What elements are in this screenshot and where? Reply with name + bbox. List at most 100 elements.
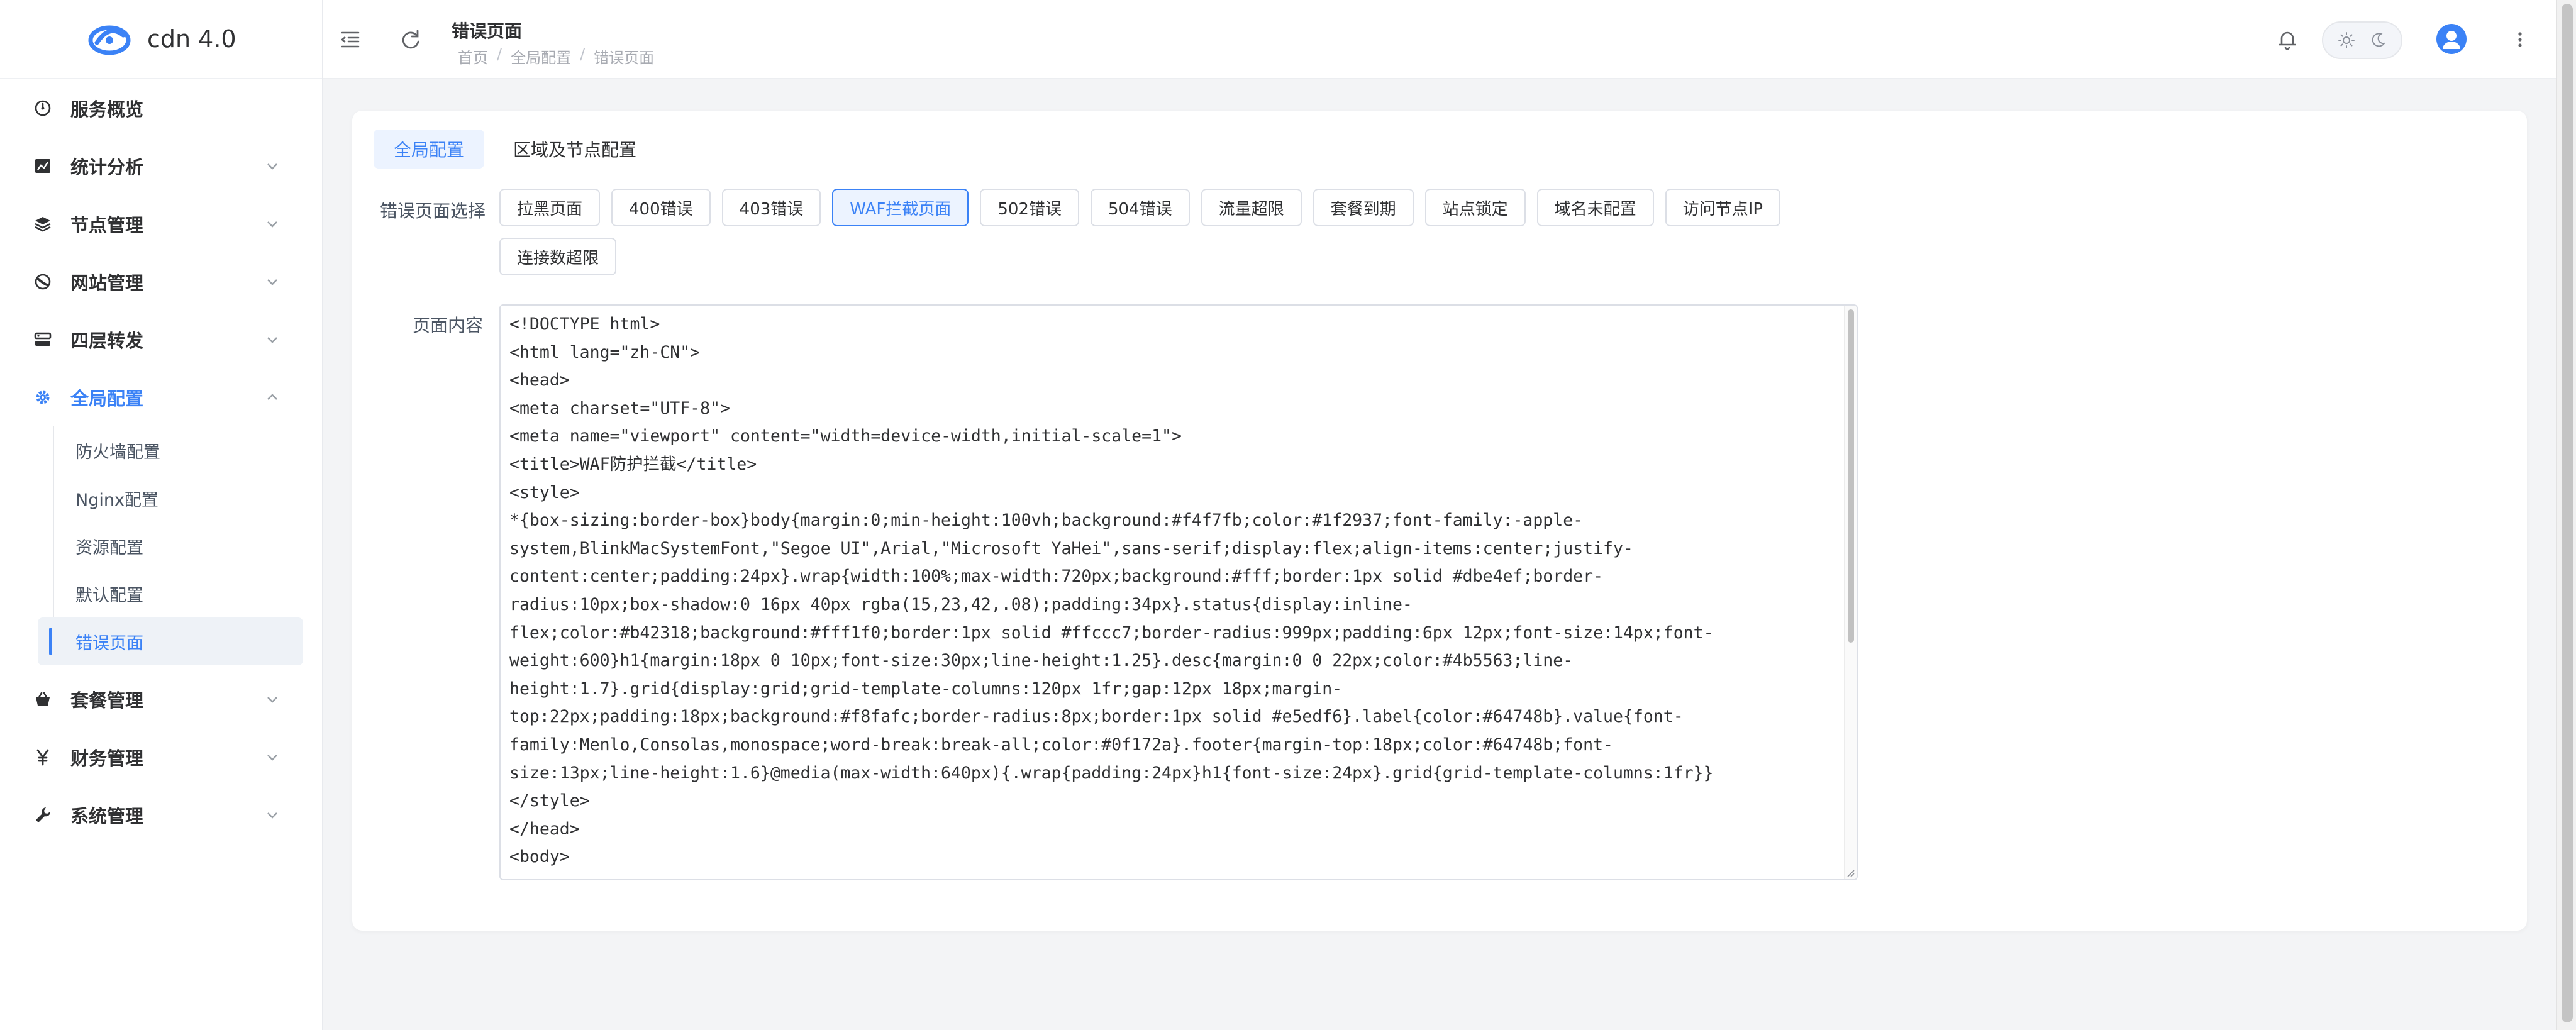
code-line: </style> (509, 791, 590, 811)
wrench-icon (31, 804, 54, 826)
sidebar-item-websites[interactable]: 网站管理 (0, 253, 322, 311)
chevron-down-icon[interactable] (264, 807, 280, 823)
chevron-down-icon[interactable] (264, 749, 280, 765)
chart-icon (31, 155, 54, 177)
sidebar-item-finance[interactable]: 财务管理 (0, 728, 322, 786)
sidebar: cdn 4.0 服务概览 统计分析 节点管理 网站管理 四层转发 全局配置 防火… (0, 0, 323, 1030)
tab-global-config[interactable]: 全局配置 (374, 130, 485, 169)
more-vertical-icon[interactable] (2508, 28, 2532, 52)
sidebar-subitem-nginx[interactable]: Nginx配置 (0, 474, 322, 522)
textarea-scrollbar[interactable] (1844, 306, 1857, 879)
code-line: </head> (509, 819, 580, 839)
chevron-down-icon[interactable] (264, 216, 280, 232)
error-page-button-domain-unconfigured[interactable]: 域名未配置 (1536, 189, 1654, 226)
error-page-button-node-ip-access[interactable]: 访问节点IP (1665, 189, 1781, 226)
sidebar-item-statistics[interactable]: 统计分析 (0, 137, 322, 195)
textarea-scrollbar-thumb[interactable] (1848, 309, 1854, 643)
chevron-down-icon[interactable] (264, 158, 280, 174)
code-line: <!DOCTYPE html> (509, 314, 660, 334)
menu-collapse-icon[interactable] (338, 28, 362, 52)
code-line: <html lang="zh-CN"> (509, 342, 701, 362)
chevron-up-icon[interactable] (264, 389, 280, 406)
resize-handle-icon[interactable] (1845, 868, 1855, 878)
page-title: 错误页面 (452, 21, 523, 42)
breadcrumb-item-home[interactable]: 首页 (458, 45, 488, 67)
sidebar-item-nodes[interactable]: 节点管理 (0, 195, 322, 253)
page-content-label: 页面内容 (413, 315, 484, 336)
avatar[interactable] (2436, 24, 2467, 54)
subitem-label: 资源配置 (75, 538, 143, 558)
chevron-down-icon[interactable] (264, 691, 280, 707)
code-line: <meta charset="UTF-8"> (509, 398, 730, 418)
moon-icon[interactable] (2368, 31, 2387, 50)
sidebar-menu: 服务概览 统计分析 节点管理 网站管理 四层转发 全局配置 防火墙配置 Ngin… (0, 79, 322, 844)
layers-icon (31, 213, 54, 235)
error-page-button-waf[interactable]: WAF拦截页面 (832, 189, 969, 226)
error-page-button-400[interactable]: 400错误 (611, 189, 711, 226)
theme-toggle[interactable] (2322, 21, 2402, 59)
tab-region-node-config[interactable]: 区域及节点配置 (493, 130, 657, 169)
page-scrollbar[interactable] (2556, 0, 2576, 1030)
breadcrumb-separator: / (497, 45, 502, 63)
breadcrumb: 首页 / 全局配置 / 错误页面 (458, 45, 654, 67)
page-content-textarea[interactable]: <!DOCTYPE html> <html lang="zh-CN"> <head>… (499, 304, 1858, 880)
sidebar-item-overview[interactable]: 服务概览 (0, 79, 322, 137)
server-icon (31, 328, 54, 351)
sidebar-item-label: 服务概览 (70, 99, 144, 120)
sidebar-subitem-defaults[interactable]: 默认配置 (0, 570, 322, 617)
error-page-button-blacklist[interactable]: 拉黑页面 (499, 189, 601, 226)
sidebar-item-label: 统计分析 (70, 157, 144, 178)
error-page-button-connection-limit[interactable]: 连接数超限 (499, 238, 617, 275)
error-page-button-502[interactable]: 502错误 (980, 189, 1079, 226)
logo[interactable]: cdn 4.0 (0, 0, 322, 79)
breadcrumb-item-global-config[interactable]: 全局配置 (511, 45, 571, 67)
dashboard-icon (31, 97, 54, 119)
app-name: cdn 4.0 (147, 25, 236, 53)
basket-icon (31, 688, 54, 711)
code-line: <head> (509, 370, 570, 390)
sidebar-subitem-firewall[interactable]: 防火墙配置 (0, 426, 322, 474)
error-page-button-site-locked[interactable]: 站点锁定 (1424, 189, 1526, 226)
sidebar-item-label: 财务管理 (70, 748, 144, 769)
error-page-card: 全局配置 区域及节点配置 错误页面选择 拉黑页面 400错误 403错误 WAF… (352, 111, 2527, 931)
yen-icon (31, 746, 54, 768)
sidebar-item-system[interactable]: 系统管理 (0, 786, 322, 844)
error-page-button-traffic-exceeded[interactable]: 流量超限 (1201, 189, 1302, 226)
sidebar-item-packages[interactable]: 套餐管理 (0, 670, 322, 728)
code-line: *{box-sizing:border-box}body{margin:0;mi… (509, 511, 1584, 531)
code-line: height:1.7}.grid{display:grid;grid-templ… (509, 678, 1343, 699)
code-line: family:Menlo,Consolas,monospace;word-bre… (509, 734, 1613, 755)
bell-icon[interactable] (2275, 28, 2299, 52)
sidebar-subitem-resources[interactable]: 资源配置 (0, 522, 322, 570)
code-line: weight:600}h1{margin:18px 0 10px;font-si… (509, 651, 1574, 671)
code-line: <style> (509, 482, 580, 502)
sun-icon[interactable] (2337, 31, 2356, 50)
chevron-down-icon[interactable] (264, 274, 280, 290)
subitem-label: 默认配置 (75, 585, 143, 606)
error-page-button-504[interactable]: 504错误 (1090, 189, 1190, 226)
code-line: <meta name="viewport" content="width=dev… (509, 426, 1182, 446)
cloud-logo-icon (88, 25, 131, 55)
code-line: top:22px;padding:18px;background:#f8fafc… (509, 707, 1684, 727)
submenu-global-config: 防火墙配置 Nginx配置 资源配置 默认配置 错误页面 (0, 426, 322, 665)
chevron-down-icon[interactable] (264, 331, 280, 348)
breadcrumb-separator: / (580, 45, 586, 63)
code-content[interactable]: <!DOCTYPE html> <html lang="zh-CN"> <head>… (509, 311, 1830, 872)
code-line: size:13px;line-height:1.6}@media(max-wid… (509, 763, 1714, 783)
error-page-button-package-expired[interactable]: 套餐到期 (1313, 189, 1414, 226)
error-page-button-403[interactable]: 403错误 (721, 189, 821, 226)
error-page-select-label: 错误页面选择 (380, 201, 486, 221)
refresh-icon[interactable] (399, 28, 423, 52)
code-line: radius:10px;box-shadow:0 16px 40px rgba(… (509, 594, 1413, 614)
error-page-selector: 拉黑页面 400错误 403错误 WAF拦截页面 502错误 504错误 流量超… (499, 189, 1820, 287)
page-scrollbar-thumb[interactable] (2562, 4, 2573, 1022)
sidebar-item-global-config[interactable]: 全局配置 (0, 368, 322, 426)
sidebar-item-l4-forward[interactable]: 四层转发 (0, 311, 322, 368)
breadcrumb-item-error-pages: 错误页面 (594, 49, 655, 67)
subitem-label: Nginx配置 (75, 490, 158, 510)
top-bar: 错误页面 首页 / 全局配置 / 错误页面 (323, 0, 2556, 79)
code-line: system,BlinkMacSystemFont,"Segoe UI",Ari… (509, 538, 1633, 558)
code-line: content:center;padding:24px}.wrap{width:… (509, 567, 1604, 587)
config-tabs: 全局配置 区域及节点配置 (374, 130, 665, 169)
sidebar-subitem-error-pages[interactable]: 错误页面 (38, 617, 303, 665)
